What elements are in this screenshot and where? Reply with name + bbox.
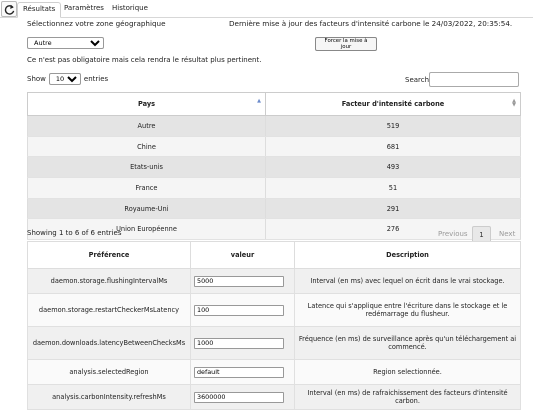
factor-cell: 681 xyxy=(265,136,521,158)
preference-value-input[interactable] xyxy=(194,304,284,316)
country-cell: Chine xyxy=(27,136,266,158)
factor-cell: 291 xyxy=(265,198,521,220)
table-row: Etats-unis 493 xyxy=(27,156,521,179)
refresh-icon xyxy=(4,4,14,15)
search-label: Search: xyxy=(405,76,432,84)
last-update-text: Dernière mise à jour des facteurs d'inte… xyxy=(229,19,513,28)
preference-description: Interval (en ms) de rafraichissement des… xyxy=(294,384,521,410)
preference-description: Interval (en ms) avec lequel on écrit da… xyxy=(294,268,521,294)
preference-name: daemon.storage.flushingIntervalMs xyxy=(27,268,191,294)
search-input[interactable] xyxy=(429,72,519,87)
sort-asc-icon: ▲ xyxy=(257,98,261,104)
country-cell: Royaume-Uni xyxy=(27,198,266,220)
sort-both-icon: ▲ ▼ xyxy=(512,98,516,108)
table-row: daemon.downloads.latencyBetweenChecksMs … xyxy=(27,326,521,360)
zone-select[interactable]: Autre xyxy=(27,37,104,49)
preference-description: Fréquence (en ms) de surveillance après … xyxy=(294,326,521,360)
preference-value-input[interactable] xyxy=(194,366,284,378)
table-info: Showing 1 to 6 of 6 entries xyxy=(27,229,122,237)
table-row: Royaume-Uni 291 xyxy=(27,198,521,220)
zone-label: Sélectionnez votre zone géographique xyxy=(27,19,166,28)
preference-value-input[interactable] xyxy=(194,275,284,287)
entries-label: entries xyxy=(83,75,109,83)
pager-next[interactable]: Next xyxy=(499,226,515,242)
force-update-button[interactable]: Forcer la mise à jour xyxy=(315,37,377,51)
tab-historique[interactable]: Historique xyxy=(107,2,153,15)
table-row: daemon.storage.flushingIntervalMs Interv… xyxy=(27,268,521,294)
pager-previous[interactable]: Previous xyxy=(438,226,468,242)
preference-name: daemon.downloads.latencyBetweenChecksMs xyxy=(27,326,191,360)
table-row: daemon.storage.restartCheckerMsLatency L… xyxy=(27,293,521,327)
table-row: analysis.selectedRegion Region selection… xyxy=(27,359,521,385)
column-facteur[interactable]: Facteur d'intensité carbone ▲ ▼ xyxy=(265,92,521,116)
column-valeur: valeur xyxy=(190,241,295,269)
preference-description: Latence qui s'applique entre l'écriture … xyxy=(294,293,521,327)
factor-cell: 519 xyxy=(265,115,521,137)
preference-description: Region selectionnée. xyxy=(294,359,521,385)
preference-value-input[interactable] xyxy=(194,391,284,403)
preference-name: analysis.carbonIntensity.refreshMs xyxy=(27,384,191,410)
preferences-table: Préférence valeur Description daemon.sto… xyxy=(27,241,521,410)
preference-value-cell xyxy=(190,268,295,294)
column-description: Description xyxy=(294,241,521,269)
refresh-button[interactable] xyxy=(1,1,17,17)
preference-value-input[interactable] xyxy=(194,337,284,349)
preference-name: analysis.selectedRegion xyxy=(27,359,191,385)
tab-parametres[interactable]: Paramètres xyxy=(59,2,109,15)
column-pays-label: Pays xyxy=(137,100,156,108)
preference-value-cell xyxy=(190,359,295,385)
column-facteur-label: Facteur d'intensité carbone xyxy=(341,100,445,108)
table-row: France 51 xyxy=(27,177,521,199)
page-length-select[interactable]: 10 xyxy=(48,73,81,85)
column-preference: Préférence xyxy=(27,241,191,269)
country-cell: Autre xyxy=(27,115,266,137)
preference-name: daemon.storage.restartCheckerMsLatency xyxy=(27,293,191,327)
tab-resultats[interactable]: Résultats xyxy=(17,2,62,18)
preference-value-cell xyxy=(190,293,295,327)
country-cell: France xyxy=(27,177,266,199)
preference-value-cell xyxy=(190,384,295,410)
table-row: Chine 681 xyxy=(27,136,521,158)
factor-cell: 51 xyxy=(265,177,521,199)
show-label: Show xyxy=(27,75,46,83)
country-cell: Etats-unis xyxy=(27,156,266,179)
preference-value-cell xyxy=(190,326,295,360)
zone-note: Ce n'est pas obligatoire mais cela rendr… xyxy=(27,56,262,64)
page-length-control: Show 10 entries xyxy=(27,73,108,85)
table-row: analysis.carbonIntensity.refreshMs Inter… xyxy=(27,384,521,410)
column-pays[interactable]: Pays ▲ xyxy=(27,92,266,116)
carbon-intensity-table: Pays ▲ Facteur d'intensité carbone ▲ ▼ Au… xyxy=(27,92,521,241)
factor-cell: 493 xyxy=(265,156,521,179)
table-row: Autre 519 xyxy=(27,115,521,137)
